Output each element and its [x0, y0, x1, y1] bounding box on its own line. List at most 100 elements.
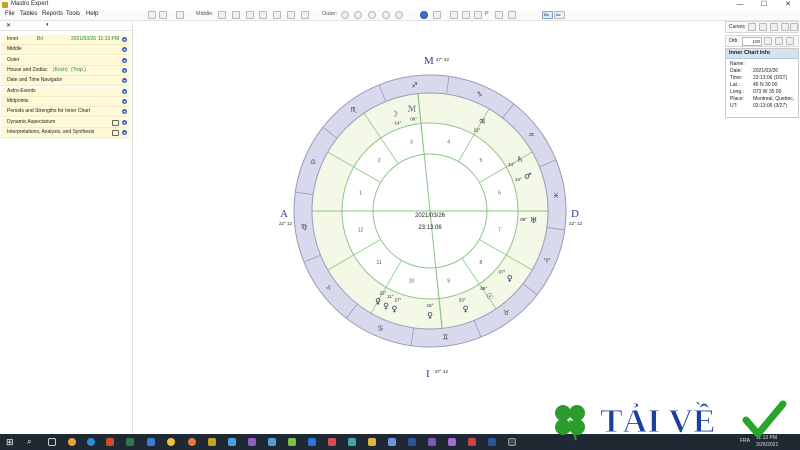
- windows-start-icon[interactable]: ⊞: [6, 437, 14, 448]
- expand-icon[interactable]: ▾: [122, 78, 127, 83]
- lock-icon[interactable]: [112, 120, 119, 126]
- expand-icon[interactable]: ▾: [122, 47, 127, 52]
- taskbar-app-5[interactable]: [248, 438, 256, 446]
- mastro-icon[interactable]: [208, 438, 216, 446]
- curves-button-5[interactable]: [790, 23, 798, 31]
- section-midpoints[interactable]: Midpoints ▾: [1, 97, 130, 107]
- expand-icon[interactable]: ▾: [122, 58, 127, 63]
- zoom-icon[interactable]: [308, 438, 316, 446]
- toolbar-page-3[interactable]: [474, 11, 482, 19]
- toolbar-middle-6[interactable]: [287, 11, 295, 19]
- zoom-ac-toggle[interactable]: Ac: [554, 11, 565, 19]
- orb-button-3[interactable]: [786, 37, 794, 45]
- taskbar-app-1[interactable]: [68, 438, 76, 446]
- taskbar-app-9[interactable]: [348, 438, 356, 446]
- section-periods-strengths[interactable]: Periods and Strengths for Inner Chart ▾: [1, 107, 130, 117]
- close-button[interactable]: ✕: [776, 0, 800, 10]
- menu-help[interactable]: Help: [86, 11, 98, 17]
- visual-studio-icon[interactable]: [428, 438, 436, 446]
- task-view-icon[interactable]: [48, 438, 56, 446]
- astrology-wheel[interactable]: ♈♉♊♋♌♍♎♏♐♑♒♓ 123 456789101112 ℳ06°☽14° ♃22…: [133, 21, 723, 434]
- orb-input[interactable]: 100: [742, 37, 762, 46]
- chrome-icon[interactable]: [167, 438, 175, 446]
- expand-icon[interactable]: ▾: [122, 99, 127, 104]
- toolbar-page-2[interactable]: [462, 11, 470, 19]
- tab-moon[interactable]: ◐: [46, 22, 50, 28]
- planet-glyph: ♀: [392, 305, 398, 314]
- curves-button-2[interactable]: [759, 23, 767, 31]
- toolbar-page-1[interactable]: [450, 11, 458, 19]
- planet-degree: 22°: [380, 290, 387, 295]
- section-outer[interactable]: Outer ▾: [1, 56, 130, 66]
- menu-file[interactable]: File: [5, 11, 15, 17]
- section-inner[interactable]: Inner Brl 2021/03/26 11:13 PM ▾: [1, 35, 130, 45]
- curves-button-3[interactable]: [770, 23, 778, 31]
- toolbar-middle-5[interactable]: [273, 11, 281, 19]
- taskbar-app-10[interactable]: [368, 438, 376, 446]
- zoom-bs-toggle[interactable]: Bs: [542, 11, 553, 19]
- taskbar-app-12[interactable]: [448, 438, 456, 446]
- globe-icon[interactable]: [420, 11, 428, 19]
- toolbar-middle-1[interactable]: [218, 11, 226, 19]
- firefox-icon[interactable]: [188, 438, 196, 446]
- maximize-button[interactable]: ☐: [752, 0, 776, 10]
- zodiac-sign-icon: ♊: [442, 334, 448, 342]
- toolbar-page-5[interactable]: [508, 11, 516, 19]
- zodiac-sign-icon: ♌: [325, 284, 331, 292]
- taskbar-app-7[interactable]: [288, 438, 296, 446]
- expand-icon[interactable]: ▾: [122, 37, 127, 42]
- office-icon[interactable]: [106, 438, 114, 446]
- zodiac-sign-icon: ♎: [310, 158, 316, 166]
- terminal-icon[interactable]: [508, 438, 516, 446]
- section-date-time-navigator[interactable]: Date and Time Navigator ▾: [1, 76, 130, 86]
- menu-tables[interactable]: Tables: [20, 11, 37, 17]
- toolbar-inner-button[interactable]: [148, 11, 156, 19]
- menu-tools[interactable]: Tools: [66, 11, 80, 17]
- toolbar-settings-button[interactable]: [176, 11, 184, 19]
- expand-icon[interactable]: ▾: [122, 120, 127, 125]
- expand-icon[interactable]: ▾: [122, 130, 127, 135]
- planet-glyph: ♅: [530, 216, 537, 225]
- taskbar-app-13[interactable]: [468, 438, 476, 446]
- taskbar-app-6[interactable]: [268, 438, 276, 446]
- toolbar-middle-7[interactable]: [301, 11, 309, 19]
- orb-button-1[interactable]: [764, 37, 772, 45]
- curves-button-4[interactable]: [781, 23, 789, 31]
- expand-icon[interactable]: ▾: [122, 89, 127, 94]
- taskbar-app-11[interactable]: [388, 438, 396, 446]
- minimize-button[interactable]: —: [728, 0, 752, 10]
- toolbar-page-4[interactable]: [495, 11, 503, 19]
- toolbar-outer-1[interactable]: [341, 11, 349, 19]
- toolbar-middle-2[interactable]: [232, 11, 240, 19]
- toolbar-middle-3[interactable]: [246, 11, 254, 19]
- toolbar-outer-4[interactable]: [382, 11, 390, 19]
- section-middle[interactable]: Middle ▾: [1, 45, 130, 55]
- edge-icon[interactable]: [87, 438, 95, 446]
- section-dynamic-aspectarium[interactable]: Dynamic Aspectarium ▾: [1, 118, 130, 128]
- taskbar-app-3[interactable]: [147, 438, 155, 446]
- expand-icon[interactable]: ▾: [122, 109, 127, 114]
- lock-icon[interactable]: [112, 130, 119, 136]
- word-icon-2[interactable]: [488, 438, 496, 446]
- toolbar-options-button[interactable]: [159, 11, 167, 19]
- toolbar-middle-4[interactable]: [259, 11, 267, 19]
- taskbar-app-4[interactable]: [228, 438, 236, 446]
- search-icon[interactable]: ⌕: [27, 437, 31, 447]
- toolbar-outer-5[interactable]: [395, 11, 403, 19]
- taskbar-app-8[interactable]: [328, 438, 336, 446]
- word-icon[interactable]: [408, 438, 416, 446]
- menu-reports[interactable]: Reports: [42, 11, 63, 17]
- toolbar-outer-2[interactable]: [354, 11, 362, 19]
- toolbar-sync-button[interactable]: [433, 11, 441, 19]
- tab-close[interactable]: ✕: [6, 22, 11, 29]
- section-astro-events[interactable]: Astro-Events ▾: [1, 87, 130, 97]
- curves-button-1[interactable]: [748, 23, 756, 31]
- section-interpretations[interactable]: Interpretations, Analysis, and Synthesis…: [1, 128, 130, 138]
- taskbar-app-2[interactable]: [126, 438, 134, 446]
- orb-button-2[interactable]: [775, 37, 783, 45]
- expand-icon[interactable]: ▾: [122, 68, 127, 73]
- section-house-zodiac[interactable]: House and Zodiac (Koch) (Trop.) ▾: [1, 66, 130, 76]
- zodiac-sign-icon: ♏: [350, 106, 357, 114]
- asc-degree: 22° 12: [279, 221, 293, 226]
- toolbar-outer-3[interactable]: [368, 11, 376, 19]
